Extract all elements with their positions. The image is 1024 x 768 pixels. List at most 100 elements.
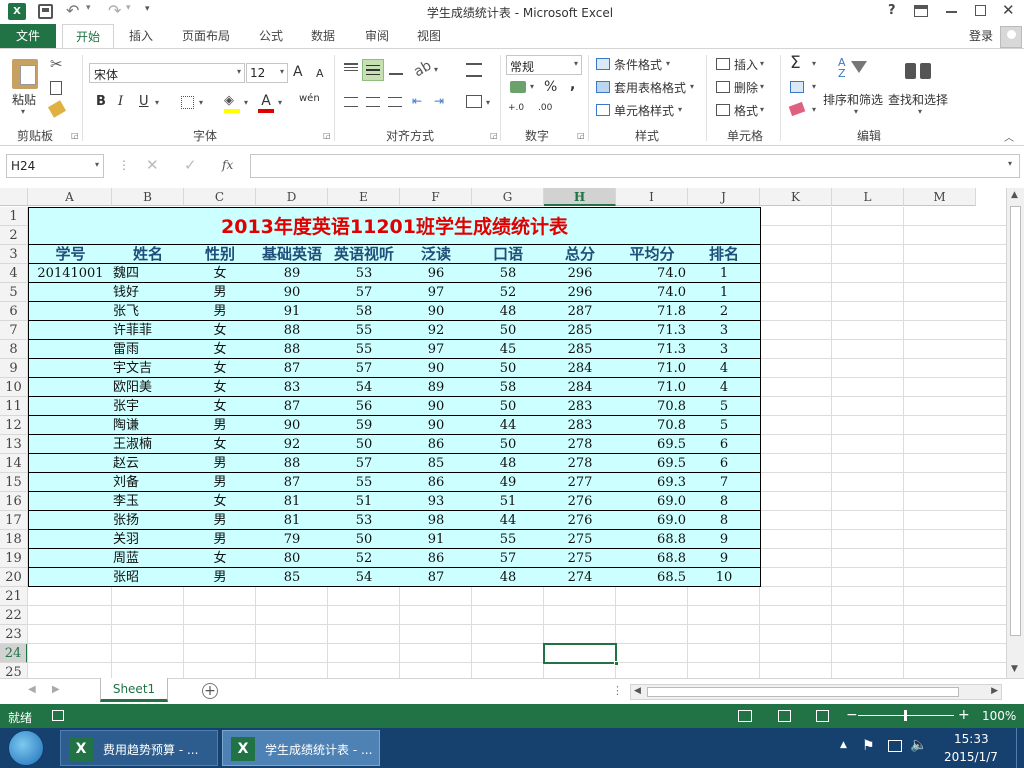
zoom-level[interactable]: 100% [982, 709, 1016, 723]
number-format-select[interactable]: 常规 ▾ [506, 55, 582, 75]
tab-formulas[interactable]: 公式 [250, 24, 292, 48]
table-cell[interactable]: 2 [688, 302, 761, 321]
table-cell[interactable]: 陶谦 [112, 416, 185, 435]
table-cell[interactable]: 90 [256, 283, 329, 302]
tab-page-layout[interactable]: 页面布局 [174, 24, 238, 48]
chevron-down-icon[interactable]: ▾ [760, 59, 764, 68]
table-cell[interactable]: 71.3 [616, 321, 689, 340]
table-cell[interactable]: 5 [688, 416, 761, 435]
table-cell[interactable]: 88 [256, 340, 329, 359]
cancel-formula-icon[interactable]: ✕ [146, 156, 159, 174]
conditional-format-icon[interactable] [596, 58, 610, 70]
row-header[interactable]: 4 [0, 264, 28, 283]
table-header-cell[interactable]: 基础英语 [256, 245, 329, 264]
fill-icon[interactable] [790, 81, 804, 93]
column-header[interactable]: G [472, 188, 544, 206]
tab-file[interactable]: 文件 [0, 24, 56, 48]
font-color-dropdown-icon[interactable]: ▾ [278, 98, 282, 107]
table-header-cell[interactable]: 口语 [472, 245, 545, 264]
row-header[interactable]: 22 [0, 606, 28, 625]
chevron-down-icon[interactable]: ▾ [812, 105, 816, 114]
volume-icon[interactable]: 🔈 [910, 737, 927, 753]
sort-filter-button[interactable]: 排序和筛选 [823, 91, 883, 108]
close-icon[interactable]: ✕ [1002, 1, 1015, 19]
table-cell[interactable]: 284 [544, 378, 617, 397]
row-header[interactable]: 13 [0, 435, 28, 454]
table-cell[interactable]: 48 [472, 302, 545, 321]
table-cell[interactable]: 85 [400, 454, 473, 473]
table-cell[interactable]: 90 [400, 359, 473, 378]
table-cell[interactable]: 57 [328, 454, 401, 473]
cell-styles-button[interactable]: 单元格样式 [614, 102, 674, 119]
table-cell[interactable]: 86 [400, 473, 473, 492]
normal-view-icon[interactable] [738, 710, 752, 722]
table-cell[interactable]: 86 [400, 549, 473, 568]
fill-color-icon[interactable]: ◈ [224, 93, 240, 113]
table-cell[interactable]: 50 [472, 397, 545, 416]
customize-qat-icon[interactable]: ▾ [145, 4, 150, 14]
column-header[interactable]: K [760, 188, 832, 206]
row-header[interactable]: 12 [0, 416, 28, 435]
table-cell[interactable]: 92 [256, 435, 329, 454]
table-cell[interactable]: 50 [472, 321, 545, 340]
table-cell[interactable]: 90 [400, 416, 473, 435]
table-cell[interactable]: 83 [256, 378, 329, 397]
row-header[interactable]: 23 [0, 625, 28, 644]
chevron-down-icon[interactable]: ▾ [854, 107, 858, 116]
scroll-right-icon[interactable]: ▶ [991, 686, 998, 696]
table-cell[interactable]: 88 [256, 321, 329, 340]
wrap-text-icon[interactable] [466, 63, 482, 77]
network-icon[interactable] [888, 740, 902, 752]
table-cell[interactable]: 59 [328, 416, 401, 435]
table-cell[interactable]: 56 [328, 397, 401, 416]
table-cell[interactable]: 70.8 [616, 416, 689, 435]
table-cell[interactable] [28, 568, 113, 587]
table-cell[interactable]: 男 [184, 530, 257, 549]
table-cell[interactable]: 68.8 [616, 549, 689, 568]
worksheet-grid[interactable]: A B C D E F G H I J K L M 1 2 3 4 5 6 7 8 9 10 11 12 13 14 15 16 17 18… [0, 188, 1006, 678]
table-cell[interactable]: 285 [544, 321, 617, 340]
name-box[interactable]: H24 ▾ [6, 154, 104, 178]
table-cell[interactable]: 85 [256, 568, 329, 587]
fill-handle[interactable] [614, 661, 619, 666]
align-middle-icon[interactable] [362, 59, 384, 81]
table-cell[interactable]: 98 [400, 511, 473, 530]
autosum-button[interactable]: Σ [790, 53, 801, 73]
row-header[interactable]: 5 [0, 283, 28, 302]
row-header[interactable]: 14 [0, 454, 28, 473]
next-sheet-icon[interactable]: ▶ [52, 684, 60, 695]
table-cell[interactable]: 王淑楠 [112, 435, 185, 454]
table-cell[interactable]: 79 [256, 530, 329, 549]
table-cell[interactable]: 296 [544, 264, 617, 283]
scroll-up-icon[interactable]: ▲ [1011, 190, 1018, 200]
redo-icon[interactable]: ↷ [108, 1, 121, 20]
user-avatar-icon[interactable] [1000, 26, 1022, 48]
undo-dropdown-icon[interactable]: ▾ [86, 3, 91, 13]
tab-insert[interactable]: 插入 [120, 24, 162, 48]
column-header[interactable]: L [832, 188, 904, 206]
table-cell[interactable]: 7 [688, 473, 761, 492]
table-cell[interactable]: 刘备 [112, 473, 185, 492]
table-cell[interactable]: 275 [544, 549, 617, 568]
font-color-icon[interactable]: A [258, 93, 274, 113]
row-header[interactable]: 11 [0, 397, 28, 416]
horizontal-scrollbar[interactable]: ◀ ▶ [630, 684, 1002, 700]
table-cell[interactable]: 关羽 [112, 530, 185, 549]
table-cell[interactable]: 89 [400, 378, 473, 397]
table-cell[interactable]: 3 [688, 340, 761, 359]
table-cell[interactable]: 57 [472, 549, 545, 568]
table-cell[interactable]: 6 [688, 435, 761, 454]
select-all-corner[interactable] [0, 188, 28, 206]
row-header[interactable]: 20 [0, 568, 28, 587]
table-cell[interactable]: 魏四 [112, 264, 185, 283]
table-cell[interactable]: 女 [184, 397, 257, 416]
table-cell[interactable]: 4 [688, 359, 761, 378]
table-cell[interactable]: 278 [544, 454, 617, 473]
taskbar-item-grades[interactable]: X 学生成绩统计表 - ... [222, 730, 380, 766]
table-cell[interactable]: 张昭 [112, 568, 185, 587]
table-cell[interactable] [28, 321, 113, 340]
split-handle-icon[interactable]: ⋮ [612, 684, 623, 697]
restore-icon[interactable] [975, 5, 986, 16]
table-cell[interactable]: 71.0 [616, 378, 689, 397]
row-header[interactable]: 6 [0, 302, 28, 321]
